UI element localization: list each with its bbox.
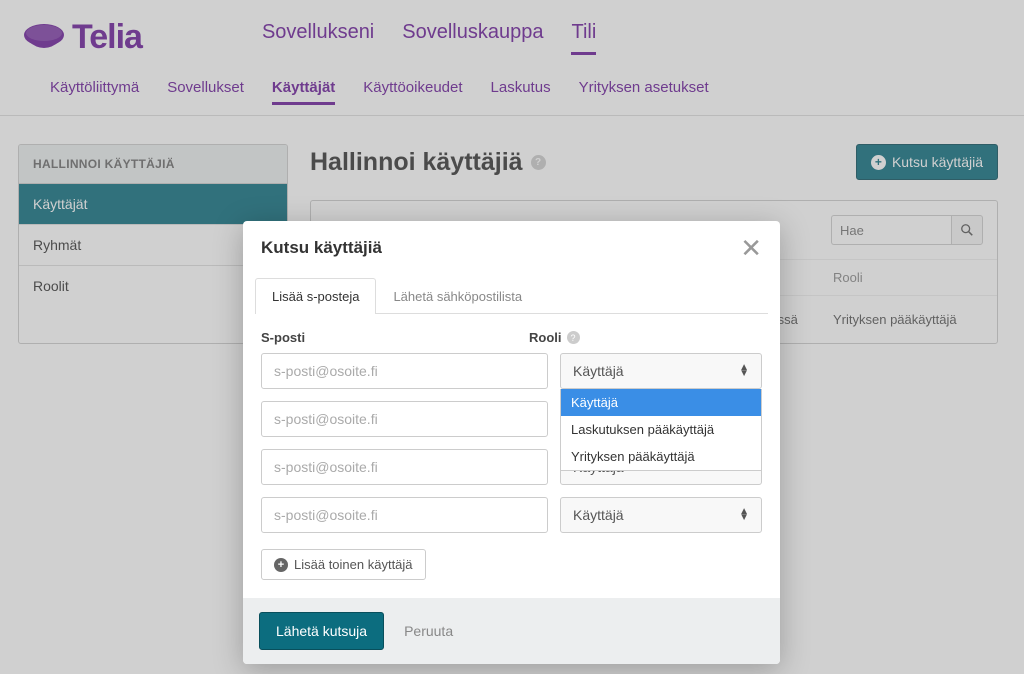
- add-another-user-button[interactable]: + Lisää toinen käyttäjä: [261, 549, 426, 580]
- close-icon[interactable]: ✕: [740, 235, 762, 261]
- modal-tabs: Lisää s-posteja Lähetä sähköpostilista: [255, 277, 768, 314]
- email-input-1[interactable]: [261, 353, 548, 389]
- role-select-4[interactable]: Käyttäjä ▲▼: [560, 497, 762, 533]
- label-role: Rooli ?: [529, 330, 580, 345]
- add-another-label: Lisää toinen käyttäjä: [294, 557, 413, 572]
- updown-icon: ▲▼: [739, 365, 749, 377]
- tab-send-emaillist[interactable]: Lähetä sähköpostilista: [376, 278, 539, 314]
- role-dropdown: Käyttäjä Laskutuksen pääkäyttäjä Yrityks…: [560, 389, 762, 471]
- role-option-laskutuksen-paakayttaja[interactable]: Laskutuksen pääkäyttäjä: [561, 416, 761, 443]
- tab-add-emails[interactable]: Lisää s-posteja: [255, 278, 376, 314]
- email-input-4[interactable]: [261, 497, 548, 533]
- role-option-yrityksen-paakayttaja[interactable]: Yrityksen pääkäyttäjä: [561, 443, 761, 470]
- invite-users-modal: Kutsu käyttäjiä ✕ Lisää s-posteja Lähetä…: [243, 221, 780, 664]
- role-select-value: Käyttäjä: [573, 507, 624, 523]
- role-select-1[interactable]: Käyttäjä ▲▼: [560, 353, 762, 389]
- plus-icon: +: [274, 558, 288, 572]
- modal-title: Kutsu käyttäjiä: [261, 238, 382, 258]
- send-invites-button[interactable]: Lähetä kutsuja: [259, 612, 384, 650]
- role-option-kayttaja[interactable]: Käyttäjä: [561, 389, 761, 416]
- role-select-value: Käyttäjä: [573, 363, 624, 379]
- label-role-text: Rooli: [529, 330, 562, 345]
- cancel-button[interactable]: Peruuta: [404, 623, 453, 639]
- label-email: S-posti: [261, 330, 529, 345]
- updown-icon: ▲▼: [739, 509, 749, 521]
- email-input-3[interactable]: [261, 449, 548, 485]
- email-input-2[interactable]: [261, 401, 548, 437]
- help-icon[interactable]: ?: [567, 331, 580, 344]
